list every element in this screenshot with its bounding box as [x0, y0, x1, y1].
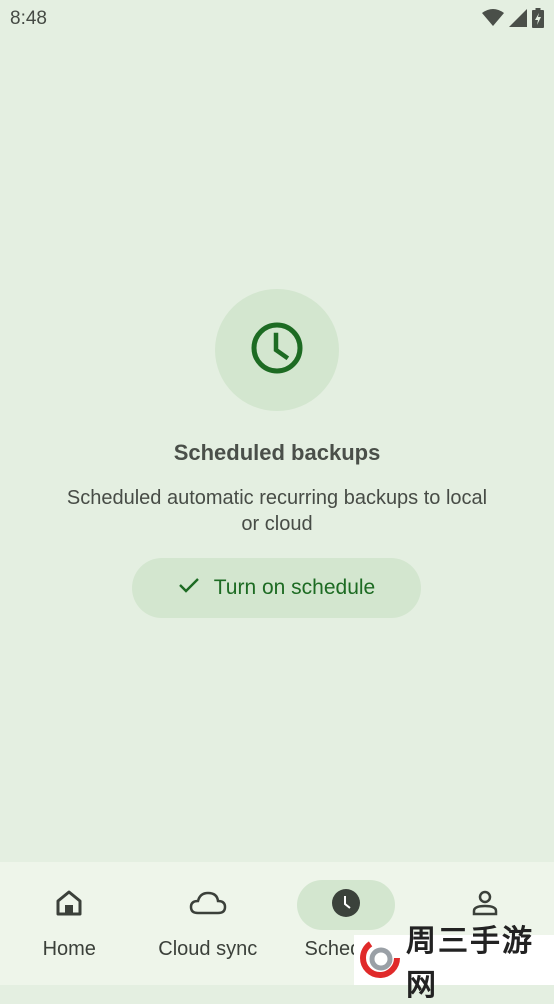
signal-icon	[509, 9, 527, 32]
empty-state-title: Scheduled backups	[0, 440, 554, 466]
status-time: 8:48	[10, 8, 47, 30]
nav-label-home: Home	[43, 938, 96, 961]
clock-icon	[331, 888, 361, 923]
status-bar: 8:48	[0, 0, 554, 38]
nav-item-cloud-sync[interactable]: Cloud sync	[139, 862, 278, 985]
wifi-icon	[482, 9, 504, 32]
nav-pill-cloud-sync	[159, 880, 257, 930]
check-icon	[178, 576, 200, 600]
watermark-logo-icon	[360, 938, 400, 983]
schedule-hero-badge	[215, 289, 339, 411]
clock-icon	[250, 321, 304, 380]
nav-pill-home	[20, 880, 118, 930]
home-icon	[55, 889, 83, 922]
turn-on-schedule-button[interactable]: Turn on schedule	[132, 558, 421, 618]
empty-state-description: Scheduled automatic recurring backups to…	[60, 485, 494, 537]
cloud-icon	[189, 890, 227, 921]
nav-pill-schedule	[297, 880, 395, 930]
watermark: 周三手游网	[354, 935, 554, 985]
turn-on-schedule-label: Turn on schedule	[214, 576, 376, 600]
nav-label-cloud-sync: Cloud sync	[158, 938, 257, 961]
status-icons	[482, 8, 544, 33]
nav-item-home[interactable]: Home	[0, 862, 139, 985]
watermark-text: 周三手游网	[406, 916, 554, 1004]
battery-charging-icon	[532, 8, 544, 33]
